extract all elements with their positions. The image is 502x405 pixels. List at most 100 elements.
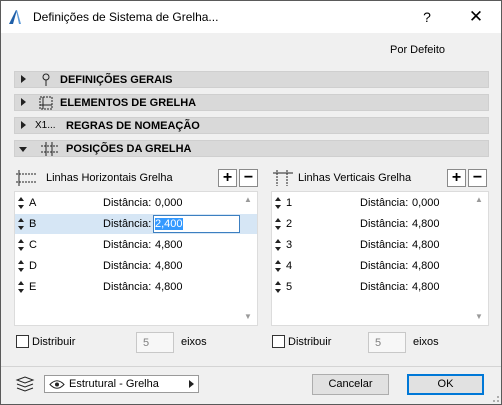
- updown-arrow-icon: [18, 197, 24, 209]
- scroll-up-icon[interactable]: ▲: [243, 196, 253, 204]
- distance-label: Distância:: [103, 260, 152, 272]
- list-item[interactable]: E Distância: 4,800: [15, 277, 257, 297]
- updown-arrow-icon: [18, 260, 24, 272]
- cancel-button[interactable]: Cancelar: [312, 374, 389, 395]
- remove-vertical-line-button[interactable]: −: [468, 169, 487, 187]
- collapse-arrow-icon: [19, 147, 27, 152]
- grid-elements-icon: [39, 96, 53, 110]
- distance-input-text: 2,400: [155, 218, 183, 230]
- vertical-lines-header: Linhas Verticais Grelha: [298, 172, 412, 184]
- close-button[interactable]: ✕: [461, 5, 491, 29]
- expand-arrow-icon: [21, 75, 26, 83]
- updown-arrow-icon: [275, 281, 281, 293]
- axes-label: eixos: [413, 336, 439, 348]
- horizontal-lines-list[interactable]: A Distância: 0,000 B Distância: 2,400 C …: [14, 191, 258, 326]
- distance-value[interactable]: 4,800: [155, 281, 183, 293]
- distribute-label: Distribuir: [32, 336, 76, 348]
- window-title: Definições de Sistema de Grelha...: [33, 10, 219, 24]
- distance-value[interactable]: 4,800: [412, 281, 440, 293]
- line-name: C: [29, 239, 37, 251]
- defaults-button[interactable]: Por Defeito: [390, 44, 445, 56]
- updown-arrow-icon: [275, 260, 281, 272]
- updown-arrow-icon: [18, 281, 24, 293]
- distance-label: Distância:: [360, 281, 409, 293]
- remove-horizontal-line-button[interactable]: −: [239, 169, 258, 187]
- distance-value[interactable]: 0,000: [412, 197, 440, 209]
- section-grid-positions[interactable]: POSIÇÕES DA GRELHA: [14, 140, 489, 157]
- list-item-selected[interactable]: B Distância: 2,400: [15, 214, 257, 234]
- updown-arrow-icon: [275, 197, 281, 209]
- section-label: POSIÇÕES DA GRELHA: [66, 143, 192, 155]
- line-name: 1: [286, 197, 293, 209]
- scroll-up-icon[interactable]: ▲: [474, 196, 484, 204]
- section-label: DEFINIÇÕES GERAIS: [60, 74, 173, 86]
- layer-value: Estrutural - Grelha: [69, 378, 159, 390]
- pin-icon: [42, 73, 50, 86]
- distance-value[interactable]: 4,800: [155, 260, 183, 272]
- line-name: D: [29, 260, 37, 272]
- distance-value[interactable]: 4,800: [412, 218, 440, 230]
- distance-value[interactable]: 4,800: [155, 239, 183, 251]
- line-name: A: [29, 197, 37, 209]
- updown-arrow-icon: [18, 218, 24, 230]
- distance-value[interactable]: 0,000: [155, 197, 183, 209]
- updown-arrow-icon: [275, 218, 281, 230]
- distance-label: Distância:: [103, 197, 152, 209]
- grid-positions-icon: [41, 142, 59, 156]
- distance-label: Distância:: [360, 239, 409, 251]
- distance-label: Distância:: [103, 239, 152, 251]
- ok-button[interactable]: OK: [407, 374, 484, 395]
- distance-value[interactable]: 4,800: [412, 260, 440, 272]
- list-item[interactable]: 3 Distância: 4,800: [272, 235, 488, 255]
- list-item[interactable]: 4 Distância: 4,800: [272, 256, 488, 276]
- scroll-down-icon[interactable]: ▼: [243, 313, 253, 321]
- distribute-vertical-checkbox[interactable]: [272, 335, 285, 348]
- section-label: ELEMENTOS DE GRELHA: [60, 97, 197, 109]
- distance-label: Distância:: [360, 218, 409, 230]
- vertical-lines-list[interactable]: 1 Distância: 0,000 2 Distância: 4,800 3 …: [271, 191, 489, 326]
- resize-grip-icon[interactable]: [490, 393, 500, 403]
- vertical-axes-count-field[interactable]: 5: [368, 332, 406, 353]
- section-grid-elements[interactable]: ELEMENTOS DE GRELHA: [14, 94, 489, 111]
- distance-value[interactable]: 4,800: [412, 239, 440, 251]
- list-item[interactable]: A Distância: 0,000: [15, 193, 257, 213]
- section-general-settings[interactable]: DEFINIÇÕES GERAIS: [14, 71, 489, 88]
- list-item[interactable]: 1 Distância: 0,000: [272, 193, 488, 213]
- expand-arrow-icon: [21, 98, 26, 106]
- distribute-label: Distribuir: [288, 336, 332, 348]
- line-name: B: [29, 218, 37, 230]
- list-item[interactable]: D Distância: 4,800: [15, 256, 257, 276]
- list-item[interactable]: 5 Distância: 4,800: [272, 277, 488, 297]
- distance-label: Distância:: [360, 197, 409, 209]
- layer-dropdown[interactable]: Estrutural - Grelha: [44, 375, 199, 393]
- help-button[interactable]: ?: [413, 5, 441, 29]
- horizontal-axes-count-field[interactable]: 5: [136, 332, 174, 353]
- line-name: E: [29, 281, 37, 293]
- updown-arrow-icon: [275, 239, 281, 251]
- distance-label: Distância:: [360, 260, 409, 272]
- axes-label: eixos: [181, 336, 207, 348]
- horizontal-lines-icon: [16, 170, 36, 186]
- app-icon: [9, 10, 21, 24]
- list-item[interactable]: C Distância: 4,800: [15, 235, 257, 255]
- add-horizontal-line-button[interactable]: +: [218, 169, 237, 187]
- line-name: 4: [286, 260, 293, 272]
- section-label: REGRAS DE NOMEAÇÃO: [66, 120, 200, 132]
- list-item[interactable]: 2 Distância: 4,800: [272, 214, 488, 234]
- distribute-horizontal-checkbox[interactable]: [16, 335, 29, 348]
- expand-arrow-icon: [21, 121, 26, 129]
- naming-icon: X1...: [35, 120, 56, 131]
- horizontal-lines-header: Linhas Horizontais Grelha: [46, 172, 173, 184]
- line-name: 2: [286, 218, 293, 230]
- distance-label: Distância:: [103, 281, 152, 293]
- section-naming-rules[interactable]: X1... REGRAS DE NOMEAÇÃO: [14, 117, 489, 134]
- line-name: 5: [286, 281, 293, 293]
- distance-input[interactable]: 2,400: [153, 215, 240, 233]
- line-name: 3: [286, 239, 293, 251]
- add-vertical-line-button[interactable]: +: [447, 169, 466, 187]
- dropdown-arrow-icon: [189, 380, 194, 388]
- eye-icon: [49, 380, 65, 389]
- footer-divider: [1, 366, 501, 367]
- scroll-down-icon[interactable]: ▼: [474, 313, 484, 321]
- dialog-window: Definições de Sistema de Grelha... ? ✕ P…: [0, 0, 502, 405]
